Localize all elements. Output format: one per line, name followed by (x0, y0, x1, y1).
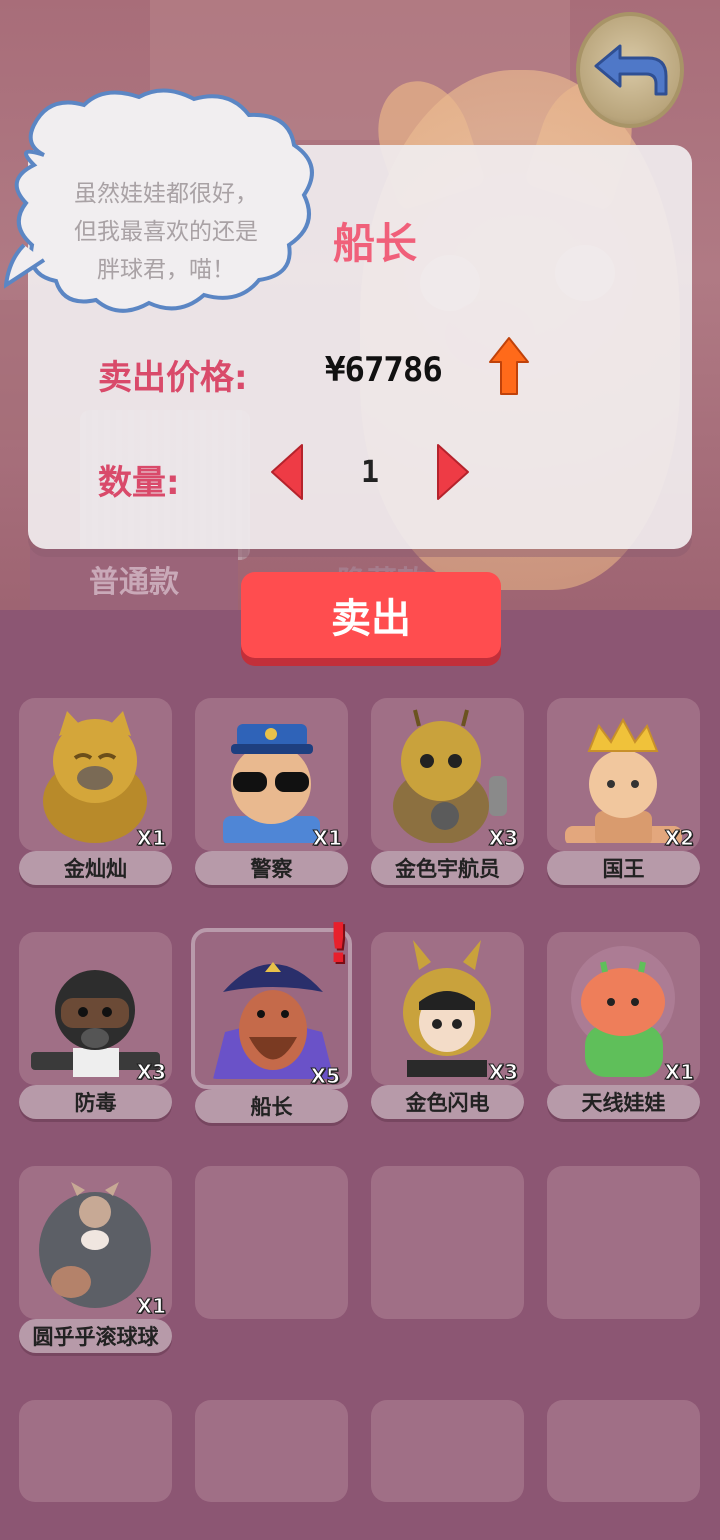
inventory-slot-empty[interactable] (371, 1166, 524, 1319)
gold-cat-figure-icon (43, 711, 147, 843)
antenna-doll-figure-icon (571, 946, 675, 1077)
round-ball-figure-icon (39, 1182, 151, 1308)
inventory-slot[interactable]: X1 警察 (195, 698, 348, 885)
inventory-slot-empty[interactable] (547, 1400, 700, 1502)
inventory-slot[interactable]: X1 圆乎乎滚球球 (19, 1166, 172, 1353)
arrow-up-icon (489, 337, 529, 395)
inventory-slot[interactable]: X3 金色闪电 (371, 932, 524, 1119)
item-name: 天线娃娃 (547, 1085, 700, 1119)
inventory-slot-empty[interactable] (547, 1166, 700, 1319)
item-count: X3 (488, 826, 518, 851)
inventory-slot[interactable]: X3 金色宇航员 (371, 698, 524, 885)
back-button[interactable] (576, 12, 684, 128)
item-name: 国王 (547, 851, 700, 885)
item-count: X1 (312, 826, 342, 851)
item-count: X3 (136, 1060, 166, 1085)
quantity-value: 1 (360, 455, 380, 490)
quantity-label: 数量: (98, 463, 180, 503)
quantity-increase-button[interactable] (436, 443, 470, 501)
item-name: 警察 (195, 851, 348, 885)
item-count: X3 (488, 1060, 518, 1085)
item-count: X1 (664, 1060, 694, 1085)
captain-figure-icon (213, 962, 334, 1079)
speech-line: 胖球君，喵！ (97, 257, 235, 283)
police-figure-icon (223, 724, 320, 843)
item-count: X2 (664, 826, 694, 851)
inventory-slot[interactable]: X2 国王 (547, 698, 700, 885)
king-figure-icon (565, 717, 682, 843)
new-item-alert-icon: ! (326, 912, 351, 975)
gold-lightning-figure-icon (403, 940, 491, 1077)
item-count: X1 (136, 826, 166, 851)
item-name: 圆乎乎滚球球 (19, 1319, 172, 1353)
item-name: 船长 (195, 1089, 348, 1123)
inventory-slot-empty[interactable] (195, 1400, 348, 1502)
speech-line: 虽然娃娃都很好， (74, 181, 258, 207)
item-name: 金色闪电 (371, 1085, 524, 1119)
inventory-slot[interactable]: X1 金灿灿 (19, 698, 172, 885)
item-count: X5 (310, 1064, 340, 1089)
inventory-slot-empty[interactable] (195, 1166, 348, 1319)
tab-normal[interactable]: 普通款 (30, 548, 238, 610)
quantity-decrease-button[interactable] (270, 443, 304, 501)
item-name: 防毒 (19, 1085, 172, 1119)
item-name: 金灿灿 (19, 851, 172, 885)
speech-bubble-text: 虽然娃娃都很好， 但我最喜欢的还是 胖球君，喵！ (46, 175, 286, 289)
speech-line: 但我最喜欢的还是 (74, 219, 258, 245)
back-arrow-icon (594, 44, 668, 96)
item-count: X1 (136, 1294, 166, 1319)
price-label: 卖出价格: (98, 358, 248, 398)
inventory-slot-empty[interactable] (19, 1400, 172, 1502)
inventory-slot-empty[interactable] (371, 1400, 524, 1502)
item-name: 金色宇航员 (371, 851, 524, 885)
inventory-slot[interactable]: X3 防毒 (19, 932, 172, 1119)
gold-astronaut-figure-icon (393, 709, 507, 843)
gas-mask-figure-icon (31, 970, 160, 1077)
inventory-slot[interactable]: X1 天线娃娃 (547, 932, 700, 1119)
sell-button[interactable]: 卖出 (241, 572, 501, 658)
price-value: ¥67786 (325, 350, 443, 390)
item-title: 船长 (332, 219, 417, 268)
